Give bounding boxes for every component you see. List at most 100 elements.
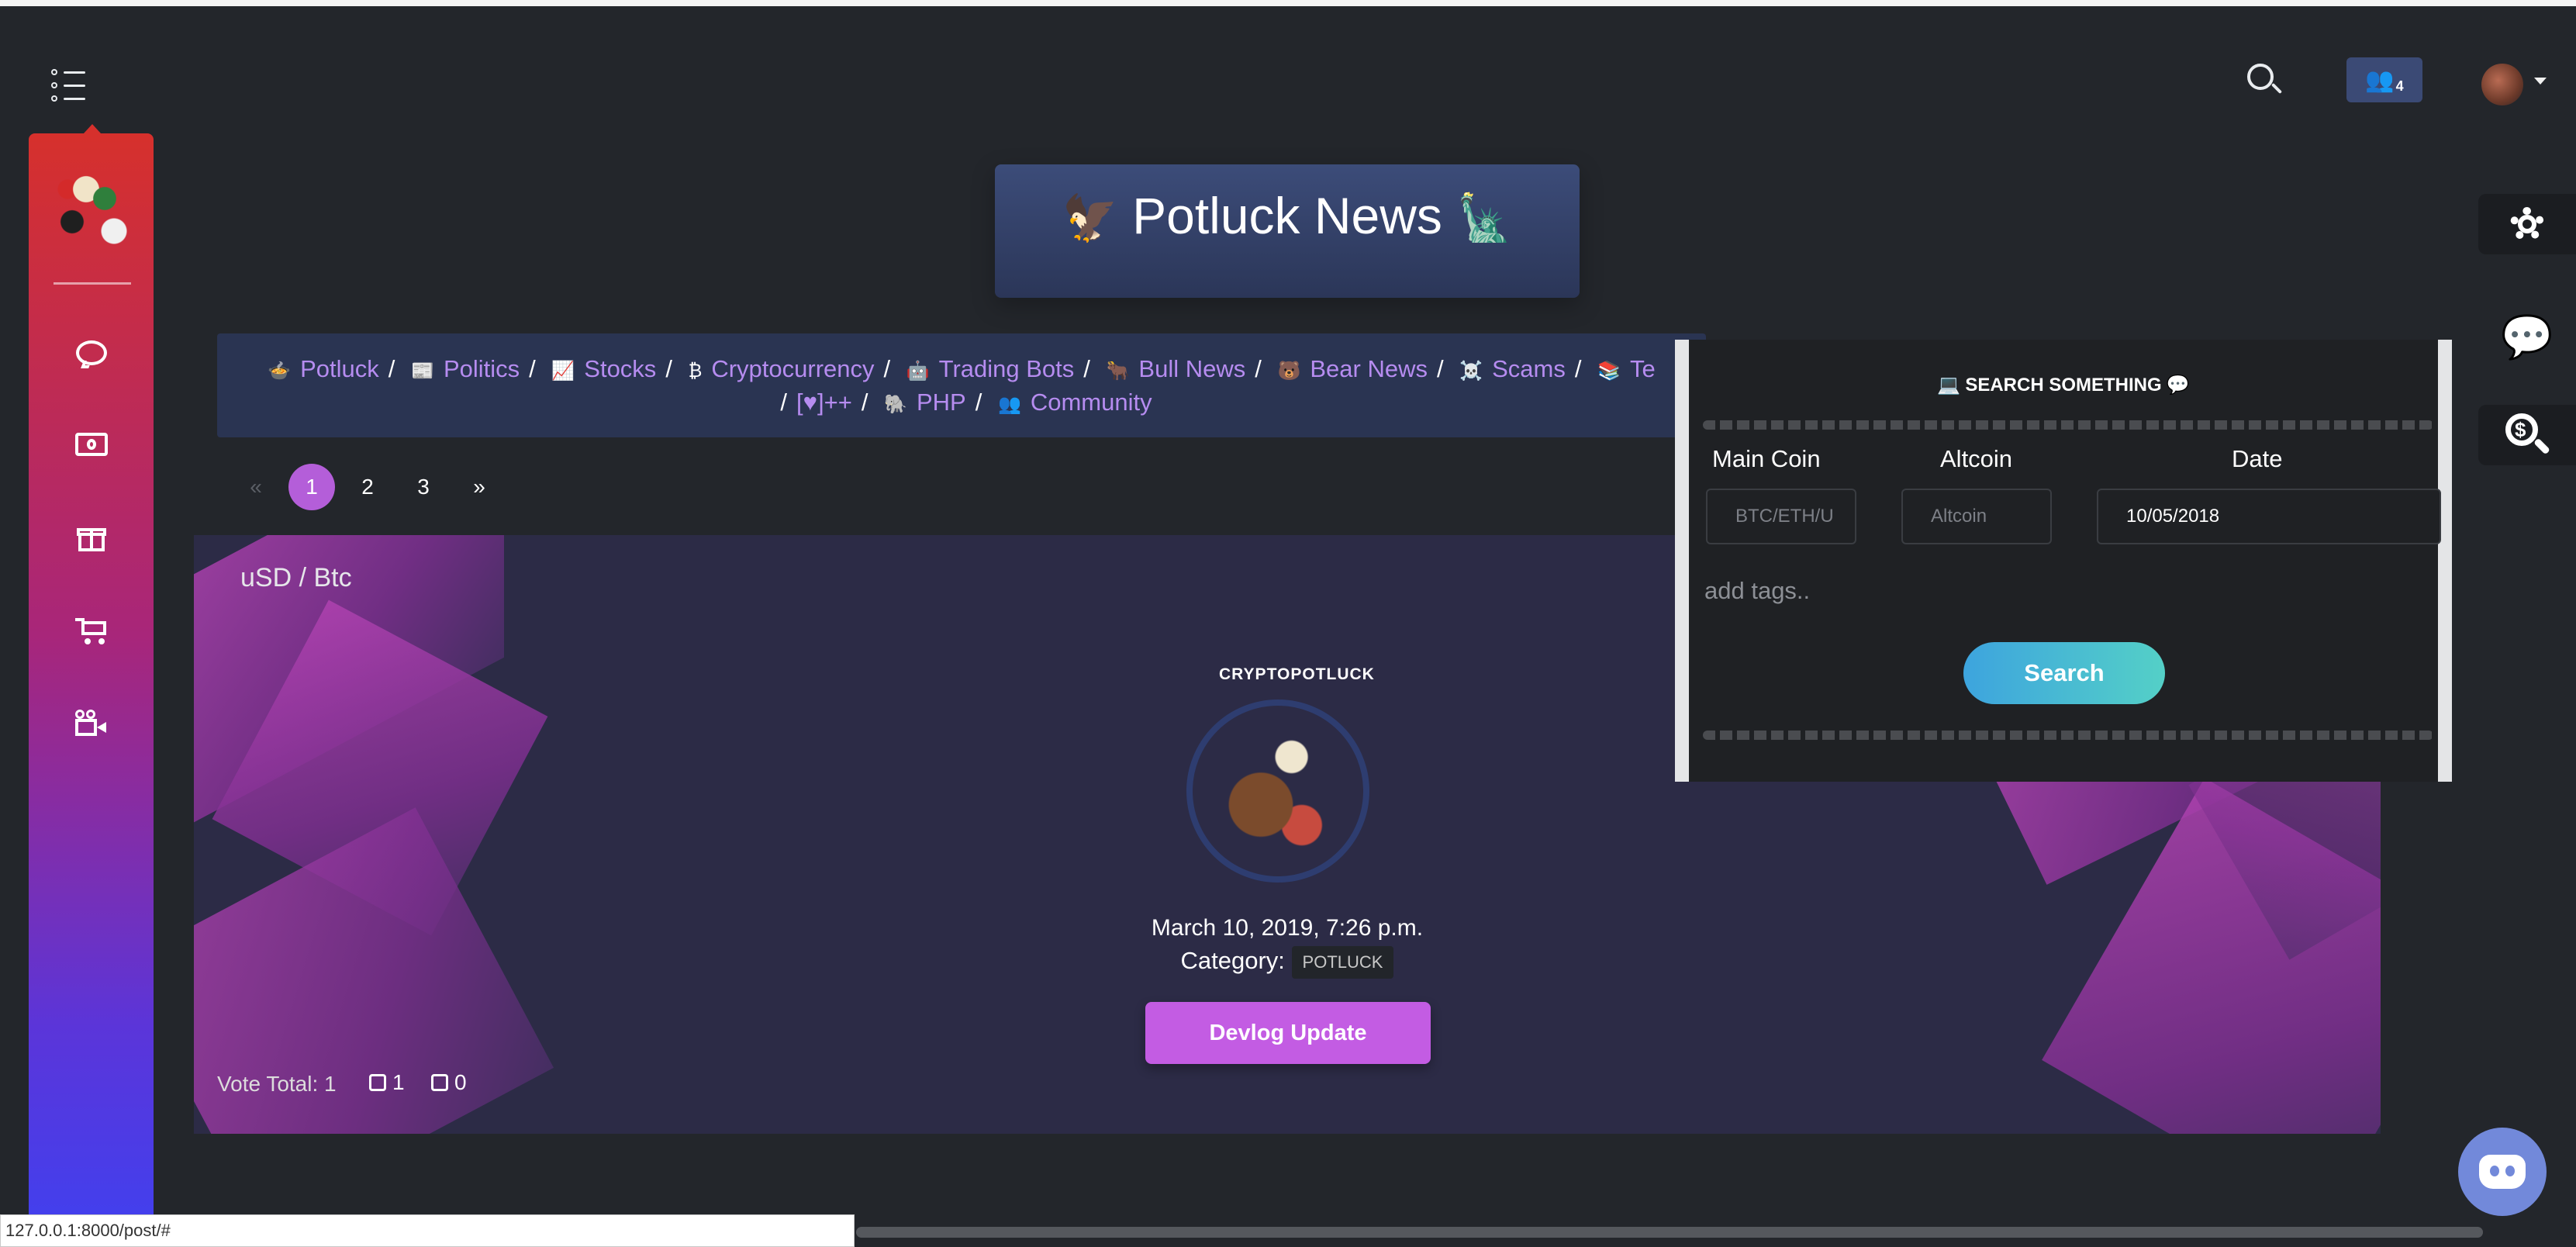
category-link-te[interactable]: Te [1630,355,1656,382]
category-link-politics[interactable]: Politics [444,355,520,382]
pagination-page-2[interactable]: 2 [344,464,391,510]
search-dollar-icon: $ [2505,413,2550,457]
separator: / [1574,355,1582,382]
caret-down-icon[interactable] [2534,78,2547,85]
main-coin-label: Main Coin [1712,445,1821,472]
separator: / [975,389,982,416]
separator: / [1255,355,1262,382]
menu-list-icon[interactable] [51,68,85,102]
cart-icon [75,617,108,644]
post-title-button[interactable]: Devlog Update [1145,1002,1431,1064]
currency-pair-label: uSD / Btc [240,563,352,592]
users-button[interactable]: 👥 4 [2346,57,2422,102]
discord-icon [2479,1155,2526,1189]
search-panel: 💻 SEARCH SOMETHING 💬 Main Coin Altcoin Dat… [1675,340,2452,782]
category-emoji-icon: 🍲 [268,361,292,382]
pagination-next[interactable]: » [456,464,502,510]
category-link-potluck[interactable]: Potluck [300,355,379,382]
category-tag[interactable]: POTLUCK [1291,946,1394,979]
date-input[interactable]: 10/05/2018 [2097,489,2441,544]
chat-toggle-button[interactable]: 💬 [2478,307,2576,368]
settings-button[interactable] [2478,194,2576,254]
category-emoji-icon: 🤖 [906,361,930,382]
category-label: Category: [1180,947,1285,975]
site-logo[interactable] [44,157,137,250]
sidebar-item-chat[interactable] [74,335,109,371]
liberty-icon: 🗽 [1456,193,1513,244]
comments-icon: 💬 [2166,375,2190,396]
chat-icon [76,340,107,365]
upvote-button[interactable]: 1 [369,1070,405,1095]
category-emoji-icon: 📰 [411,361,434,382]
separator: / [780,389,787,416]
post-category: Category: POTLUCK [194,946,2381,979]
thumbs-up-icon [369,1074,386,1091]
sidebar-item-money[interactable] [74,427,109,462]
category-link-stocks[interactable]: Stocks [584,355,656,382]
gift-icon [77,523,106,551]
pagination: « 1 2 3 » [233,464,512,510]
post-date: March 10, 2019, 7:26 p.m. [1151,915,1424,941]
downvote-button[interactable]: 0 [431,1070,467,1095]
laptop-icon: 💻 [1937,375,1961,396]
category-nav-line-2: / [♥]++ / 🐘 PHP / 👥 Community [217,389,1706,416]
category-emoji-icon: 📈 [551,361,575,382]
category-emoji-icon: 🐘 [884,394,907,415]
separator: / [388,355,395,382]
separator: / [665,355,672,382]
site-title: 🦅 Potluck News 🗽 [995,178,1580,256]
users-icon: 👥 [2365,67,2395,93]
date-label: Date [2232,445,2283,472]
sidebar-divider [54,282,131,285]
category-emoji-icon: ☠️ [1459,361,1483,382]
downvote-count: 0 [454,1070,467,1094]
discord-button[interactable] [2458,1128,2547,1216]
category-link-scams[interactable]: Scams [1492,355,1566,382]
category-link-php[interactable]: PHP [917,389,966,416]
category-emoji-icon: ₿ [688,361,703,382]
category-link-cpp[interactable]: [♥]++ [796,389,852,416]
category-link-bear-news[interactable]: Bear News [1310,355,1428,382]
comments-icon: 💬 [2501,314,2554,361]
category-emoji-icon: 🐂 [1106,361,1130,382]
pagination-page-1[interactable]: 1 [288,464,335,510]
sidebar-pointer [84,124,101,133]
search-panel-title: 💻 SEARCH SOMETHING 💬 [1689,374,2438,396]
sidebar-item-cart[interactable] [74,613,109,648]
site-title-card: 🦅 Potluck News 🗽 [995,164,1580,298]
sidebar-item-gift[interactable] [74,520,109,555]
browser-top-strip [0,0,2576,6]
search-button[interactable]: Search [1963,642,2165,704]
category-link-trading-bots[interactable]: Trading Bots [939,355,1075,382]
separator: / [1083,355,1090,382]
separator: / [861,389,868,416]
separator: / [529,355,536,382]
main-coin-input[interactable]: BTC/ETH/U [1706,489,1856,544]
horizontal-scrollbar-thumb[interactable] [856,1227,2483,1238]
sidebar-item-video[interactable] [74,706,109,741]
post-author[interactable]: CRYPTOPOTLUCK [1219,665,1375,684]
altcoin-input[interactable]: Altcoin [1901,489,2052,544]
upvote-count: 1 [392,1070,405,1094]
users-count-badge: 4 [2395,78,2404,94]
pagination-prev[interactable]: « [233,464,279,510]
divider [1703,420,2433,430]
category-link-cryptocurrency[interactable]: Cryptocurrency [711,355,874,382]
price-search-button[interactable]: $ [2478,405,2576,465]
search-panel-title-text: SEARCH SOMETHING [1965,375,2162,396]
search-icon[interactable] [2246,62,2283,99]
money-icon [75,433,108,456]
pagination-page-3[interactable]: 3 [400,464,447,510]
tags-input[interactable]: add tags.. [1704,577,1810,605]
category-link-community[interactable]: Community [1031,389,1152,416]
status-bar-url: 127.0.0.1:8000/post/# [0,1214,855,1247]
sidebar [29,133,154,1247]
author-avatar[interactable] [1186,699,1369,883]
gear-icon [2510,207,2544,241]
thumbs-down-icon [431,1074,448,1091]
category-link-bull-news[interactable]: Bull News [1138,355,1245,382]
user-avatar[interactable] [2481,64,2523,105]
category-nav-line-1: 🍲 Potluck / 📰 Politics / 📈 Stocks / ₿ Cryptocur… [217,355,1706,383]
separator: / [1436,355,1444,382]
video-icon [75,710,108,737]
